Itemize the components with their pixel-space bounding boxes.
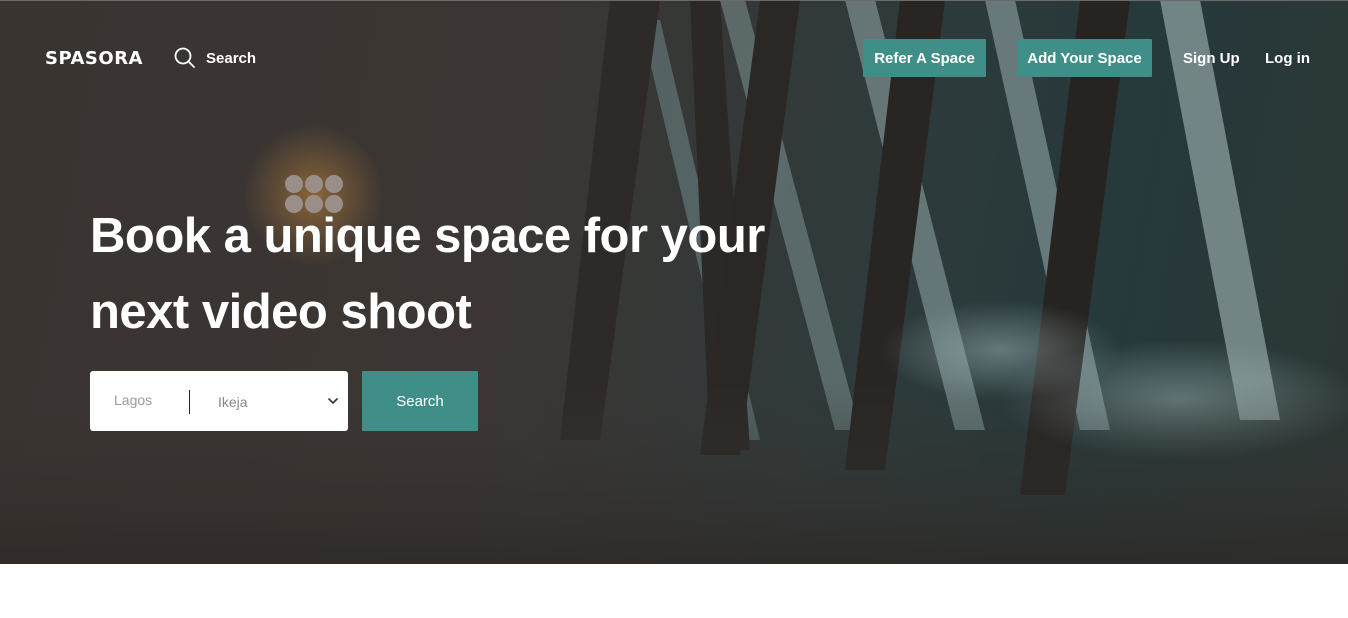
spasora-logo[interactable]: SPASORA (45, 48, 143, 69)
hero-section: SPASORA Search Refer A Space Add Your Sp… (0, 0, 1348, 564)
nav-search-label: Search (206, 49, 257, 67)
nav-search-button[interactable]: Search (174, 47, 256, 69)
top-navigation: SPASORA Search Refer A Space Add Your Sp… (0, 0, 1348, 118)
location-search-box: Ikeja (90, 371, 348, 431)
city-input[interactable] (100, 385, 200, 415)
area-select-value: Ikeja (218, 394, 248, 410)
hero-search-button[interactable]: Search (362, 371, 478, 431)
sign-up-link[interactable]: Sign Up (1183, 50, 1240, 67)
search-icon (174, 47, 195, 68)
hero-headline: Book a unique space for your next video … (90, 209, 765, 339)
add-your-space-button[interactable]: Add Your Space (1017, 39, 1152, 77)
refer-a-space-button[interactable]: Refer A Space (863, 39, 986, 77)
search-divider (189, 390, 190, 414)
log-in-link[interactable]: Log in (1265, 50, 1310, 67)
chevron-down-icon (327, 397, 339, 405)
area-select[interactable]: Ikeja (207, 387, 339, 415)
